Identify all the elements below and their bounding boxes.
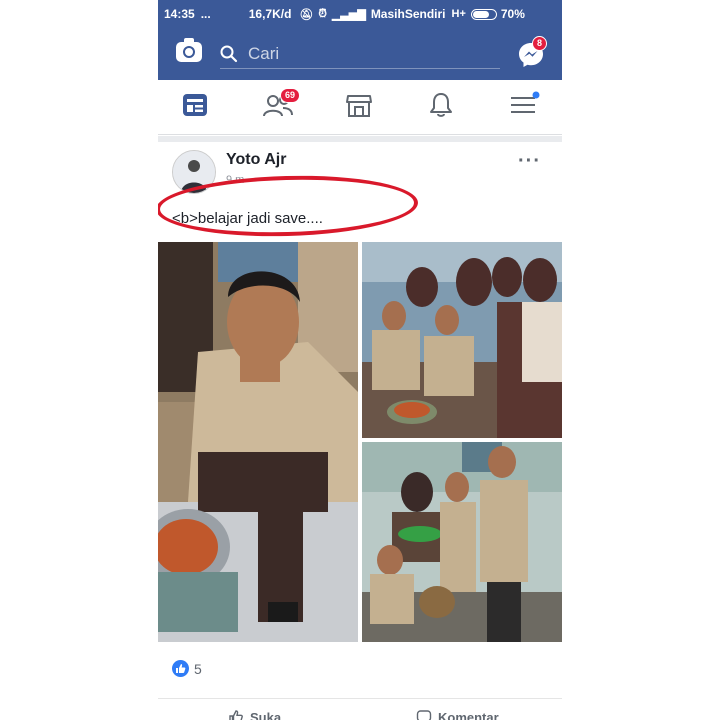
tab-notifications[interactable] — [426, 90, 466, 124]
post-photo-classroom[interactable] — [362, 442, 562, 642]
like-label: Suka — [250, 709, 282, 720]
status-time: 14:35 — [164, 7, 195, 21]
network-type: H+ — [451, 8, 466, 20]
photo-classroom-students — [362, 442, 562, 642]
search-icon — [220, 45, 238, 63]
photo-student-cooking — [158, 242, 358, 642]
marketplace-icon — [346, 95, 372, 117]
menu-icon — [511, 91, 540, 113]
photo-group-students — [362, 242, 562, 438]
feed-separator — [158, 136, 562, 142]
battery-percent: 70% — [500, 7, 525, 21]
status-dots: ... — [200, 7, 211, 21]
comment-label: Komentar — [438, 709, 499, 720]
signal-icon: ▁▃▅▇ — [331, 8, 366, 21]
like-reaction-icon — [172, 660, 189, 677]
status-carrier: MasihSendiri — [370, 7, 446, 21]
search-bar[interactable] — [220, 40, 500, 69]
post-actions: Suka Komentar — [158, 698, 562, 720]
news-feed-icon — [183, 94, 207, 116]
mute-icon: 🔕︎ — [299, 8, 314, 21]
tab-marketplace[interactable] — [344, 90, 384, 124]
thumbs-up-icon — [229, 710, 243, 720]
comment-button[interactable]: Komentar — [416, 709, 499, 720]
alarm-icon: ⏰︎ — [318, 7, 327, 20]
reactions-summary[interactable]: 5 — [172, 660, 202, 677]
status-net-speed: 16,7K/d — [248, 7, 292, 21]
nav-bar: 69 — [158, 80, 562, 135]
status-bar: 14:35 ... 16,7K/d 🔕︎ ⏰︎ ▁▃▅▇ MasihSendir… — [158, 0, 562, 28]
tab-friend-requests[interactable]: 69 — [262, 88, 302, 124]
tab-news-feed[interactable] — [180, 90, 220, 124]
friends-badge: 69 — [280, 88, 301, 103]
camera-icon[interactable] — [176, 38, 202, 62]
post-more-button[interactable]: ··· — [518, 150, 541, 173]
post-photo-main[interactable] — [158, 242, 358, 642]
tab-menu[interactable] — [508, 90, 548, 124]
phone-screen: 14:35 ... 16,7K/d 🔕︎ ⏰︎ ▁▃▅▇ MasihSendir… — [158, 0, 562, 720]
messenger-badge: 8 — [532, 36, 548, 51]
search-input[interactable] — [246, 43, 480, 65]
battery-icon — [470, 8, 497, 20]
bell-icon — [430, 93, 452, 117]
like-button[interactable]: Suka — [228, 709, 281, 720]
post-photo-group[interactable] — [362, 242, 562, 438]
likes-count: 5 — [194, 660, 202, 677]
top-bar: 8 — [158, 28, 562, 80]
messenger-button[interactable]: 8 — [516, 36, 548, 70]
post-author[interactable]: Yoto Ajr — [226, 151, 286, 169]
comment-icon — [416, 710, 432, 720]
